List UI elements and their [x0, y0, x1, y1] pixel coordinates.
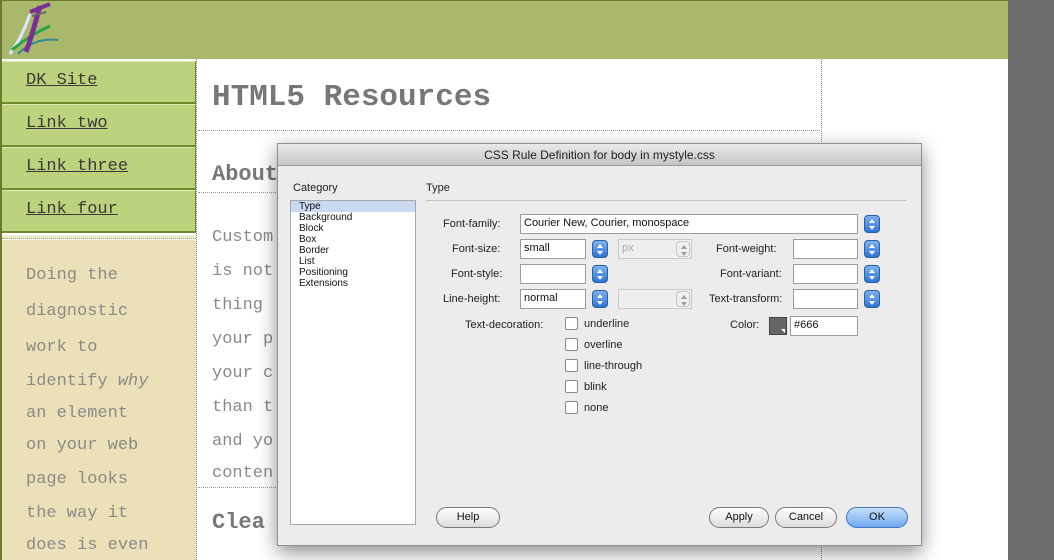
font-family-select-arrows[interactable]	[864, 215, 880, 233]
ok-button[interactable]: OK	[846, 507, 908, 528]
font-family-label: Font-family:	[443, 218, 501, 230]
category-item-box[interactable]: Box	[291, 234, 415, 245]
site-nav: DK Site Link two Link three Link four	[2, 61, 196, 233]
body-line: than t	[212, 398, 274, 417]
font-style-select-arrows[interactable]	[592, 265, 608, 283]
overline-label: overline	[584, 339, 623, 351]
category-item-background[interactable]: Background	[291, 212, 415, 223]
category-item-positioning[interactable]: Positioning	[291, 267, 415, 278]
nav-link-dk-site[interactable]: DK Site	[2, 61, 196, 104]
aside-line: the way it	[26, 504, 129, 523]
font-family-input[interactable]: Courier New, Courier, monospace	[520, 214, 858, 234]
font-style-label: Font-style:	[451, 268, 503, 280]
font-size-input[interactable]: small	[520, 239, 586, 259]
line-height-select-arrows[interactable]	[592, 290, 608, 308]
body-line: your c	[212, 364, 274, 383]
body-line: thing	[212, 296, 264, 315]
aside-line: on your web	[26, 436, 139, 455]
font-weight-select-arrows[interactable]	[864, 240, 880, 258]
aside-line: work to	[26, 338, 98, 357]
site-logo	[8, 2, 59, 55]
apply-button[interactable]: Apply	[709, 507, 769, 528]
color-input[interactable]: #666	[790, 316, 858, 336]
font-size-label: Font-size:	[452, 243, 501, 255]
aside-line: identify why	[26, 372, 148, 391]
category-heading: Category	[293, 182, 338, 194]
font-variant-select-arrows[interactable]	[864, 265, 880, 283]
nav-divider	[2, 235, 196, 239]
text-decoration-label: Text-decoration:	[465, 319, 544, 331]
aside-line: an element	[26, 404, 129, 423]
category-item-type[interactable]: Type	[291, 201, 415, 212]
divider	[426, 200, 906, 201]
body-line: and yo	[212, 432, 274, 451]
site-header	[0, 0, 1008, 59]
font-weight-input[interactable]	[793, 239, 858, 259]
category-item-block[interactable]: Block	[291, 223, 415, 234]
font-weight-label: Font-weight:	[716, 243, 777, 255]
category-item-extensions[interactable]: Extensions	[291, 278, 415, 289]
nav-link-four[interactable]: Link four	[2, 190, 196, 233]
sidebar-aside: Doing the diagnostic work to identify wh…	[2, 240, 196, 560]
font-style-input[interactable]	[520, 264, 586, 284]
aside-line: diagnostic	[26, 302, 129, 321]
window-gutter	[1008, 0, 1054, 560]
aside-line: page looks	[26, 470, 129, 489]
line-height-unit-arrows	[676, 291, 690, 307]
panel-heading: Type	[426, 182, 450, 194]
nav-link-three[interactable]: Link three	[2, 147, 196, 190]
category-item-border[interactable]: Border	[291, 245, 415, 256]
dialog-title[interactable]: CSS Rule Definition for body in mystyle.…	[278, 144, 921, 166]
text-transform-select-arrows[interactable]	[864, 290, 880, 308]
aside-line: Doing the	[26, 266, 118, 285]
color-label: Color:	[730, 319, 760, 331]
underline-label: underline	[584, 318, 630, 330]
text-transform-input[interactable]	[793, 289, 858, 309]
body-line: is not	[212, 262, 274, 281]
blink-label: blink	[584, 381, 607, 393]
page-title: HTML5 Resources	[212, 80, 492, 115]
text-transform-label: Text-transform:	[709, 293, 783, 305]
nav-link-two[interactable]: Link two	[2, 104, 196, 147]
font-size-select-arrows[interactable]	[592, 240, 608, 258]
aside-line: does is even	[26, 536, 149, 555]
line-through-checkbox[interactable]	[565, 359, 578, 372]
line-through-label: line-through	[584, 360, 643, 372]
line-height-label: Line-height:	[443, 293, 501, 305]
font-size-unit-arrows	[676, 241, 690, 257]
help-button[interactable]: Help	[436, 507, 500, 528]
blink-checkbox[interactable]	[565, 380, 578, 393]
aside-text: identify	[26, 372, 118, 391]
body-line: your p	[212, 330, 274, 349]
none-label: none	[584, 402, 609, 414]
category-list[interactable]: Type Background Block Box Border List Po…	[290, 200, 416, 525]
line-height-input[interactable]: normal	[520, 289, 586, 309]
color-picker-swatch[interactable]	[769, 317, 787, 335]
font-variant-input[interactable]	[793, 264, 858, 284]
cancel-button[interactable]: Cancel	[775, 507, 837, 528]
section-heading-about: About	[212, 162, 279, 187]
category-item-list[interactable]: List	[291, 256, 415, 267]
underline-checkbox[interactable]	[565, 317, 578, 330]
aside-emphasis: why	[117, 372, 149, 391]
css-rule-dialog: CSS Rule Definition for body in mystyle.…	[277, 143, 922, 546]
divider	[198, 130, 820, 131]
overline-checkbox[interactable]	[565, 338, 578, 351]
none-checkbox[interactable]	[565, 401, 578, 414]
section-heading-next: Clea	[212, 510, 265, 535]
body-line: conten	[212, 464, 274, 483]
body-line: Custom	[212, 228, 274, 247]
font-variant-label: Font-variant:	[720, 268, 782, 280]
